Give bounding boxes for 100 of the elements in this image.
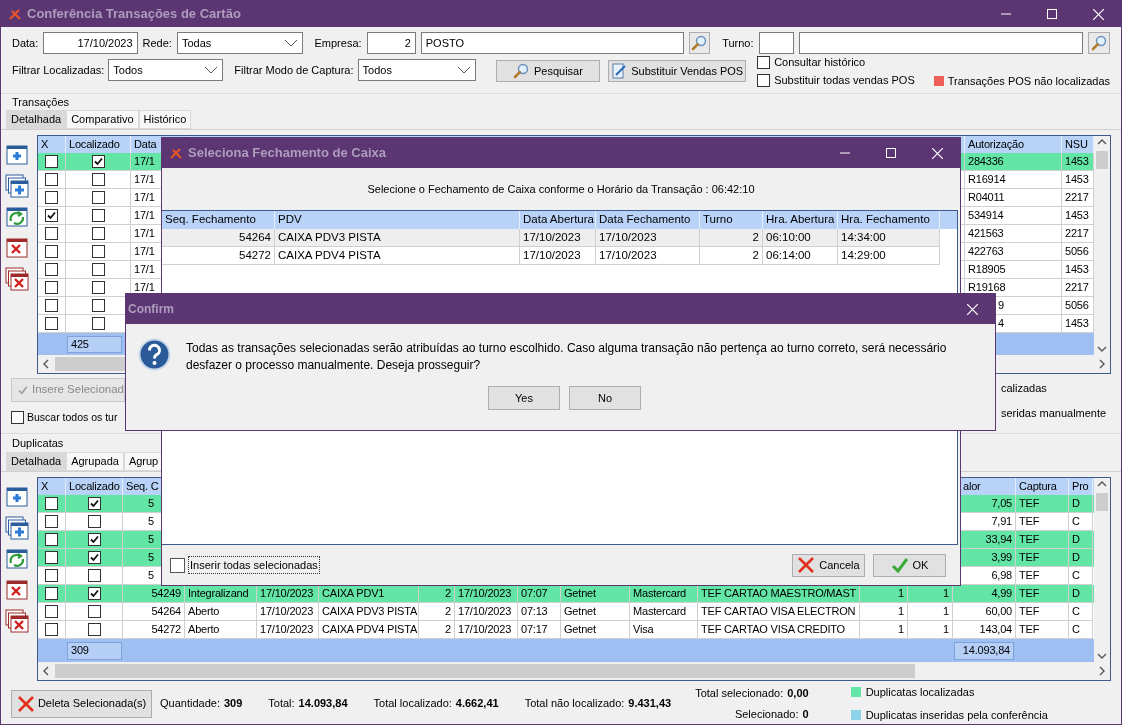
chevron-left-icon[interactable] bbox=[42, 666, 49, 676]
dropdown[interactable]: Todos bbox=[108, 59, 224, 81]
delete-window-icon[interactable] bbox=[5, 236, 29, 260]
company-code-field[interactable]: 2 bbox=[366, 32, 416, 54]
checkbox[interactable] bbox=[757, 74, 771, 87]
checkbox[interactable] bbox=[87, 515, 101, 528]
chevron-up-icon[interactable] bbox=[1097, 138, 1107, 145]
tab[interactable]: Comparativo bbox=[66, 110, 139, 129]
tab[interactable]: Detalhada bbox=[6, 110, 67, 129]
yes-button[interactable]: Yes bbox=[488, 386, 560, 410]
date-field[interactable]: 17/10/2023 bbox=[43, 32, 138, 54]
checkbox[interactable] bbox=[45, 209, 58, 222]
field-label: Filtrar Modo de Captura: bbox=[234, 62, 354, 78]
chevron-down-icon[interactable] bbox=[1097, 653, 1107, 660]
checkbox[interactable] bbox=[87, 497, 101, 510]
delete-windows-icon[interactable] bbox=[5, 267, 29, 291]
checkbox[interactable] bbox=[45, 155, 58, 168]
checkbox[interactable] bbox=[757, 56, 771, 69]
checkbox[interactable] bbox=[45, 623, 58, 636]
ok-button[interactable]: OK bbox=[873, 553, 946, 577]
checkbox[interactable] bbox=[45, 587, 58, 600]
field-label: Filtrar Localizadas: bbox=[12, 62, 105, 78]
company-name-field[interactable]: POSTO bbox=[420, 32, 684, 54]
checkbox[interactable] bbox=[45, 191, 58, 204]
checkbox[interactable] bbox=[45, 515, 58, 528]
scroll-thumb[interactable] bbox=[1096, 493, 1108, 511]
tab[interactable]: Histórico bbox=[138, 110, 192, 129]
checkbox[interactable] bbox=[45, 605, 58, 618]
count-cell-text: 425 bbox=[71, 336, 89, 352]
total-label: Selecionado: bbox=[734, 707, 799, 722]
maximize-icon bbox=[1047, 9, 1057, 19]
checkbox[interactable] bbox=[170, 557, 185, 573]
checkbox[interactable] bbox=[45, 551, 58, 564]
checkbox[interactable] bbox=[11, 411, 24, 425]
scrollbar[interactable] bbox=[38, 662, 1110, 680]
search-button[interactable] bbox=[1088, 32, 1110, 54]
add-window-icon[interactable] bbox=[5, 485, 29, 509]
dropdown[interactable]: Todos bbox=[357, 59, 476, 81]
no-button[interactable]: No bbox=[569, 386, 641, 410]
checkbox[interactable] bbox=[45, 245, 58, 258]
add-windows-icon[interactable] bbox=[5, 174, 29, 198]
delete-window-icon[interactable] bbox=[5, 578, 29, 602]
checkbox[interactable] bbox=[45, 497, 58, 510]
checkbox[interactable] bbox=[45, 317, 58, 330]
checkbox[interactable] bbox=[91, 191, 105, 204]
checkbox-label: Inserir todas selecionadas bbox=[188, 555, 320, 575]
legend-label: Transações POS não localizadas bbox=[947, 74, 1110, 89]
checkbox[interactable] bbox=[45, 227, 58, 240]
chevron-down-icon[interactable] bbox=[1097, 346, 1107, 353]
checkbox[interactable] bbox=[87, 551, 101, 564]
checkbox[interactable] bbox=[87, 569, 101, 582]
scroll-thumb[interactable] bbox=[1096, 151, 1108, 169]
chevron-up-icon[interactable] bbox=[1097, 480, 1107, 487]
chevron-right-icon[interactable] bbox=[1099, 666, 1106, 676]
table-row[interactable]: 54272 CAIXA PDV4 PISTA 17/10/2023 17/10/2023 2 06:14:00 14:29:00 bbox=[162, 247, 940, 265]
shift-name-field[interactable] bbox=[799, 32, 1084, 54]
dropdown[interactable]: Todas bbox=[176, 32, 303, 54]
checkbox-label: Consultar histórico bbox=[774, 55, 866, 71]
scroll-thumb[interactable] bbox=[55, 664, 915, 678]
checkbox[interactable] bbox=[91, 317, 105, 330]
chevron-right-icon[interactable] bbox=[1099, 359, 1106, 369]
tab[interactable]: Agrupada bbox=[66, 452, 124, 471]
checkbox[interactable] bbox=[91, 227, 105, 240]
search-button[interactable] bbox=[688, 32, 711, 54]
checkbox[interactable] bbox=[87, 623, 101, 636]
shift-code-field[interactable] bbox=[758, 32, 794, 54]
tab[interactable]: Detalhada bbox=[6, 452, 67, 471]
legend-label: Duplicatas inseridas pela conferência bbox=[865, 707, 1048, 723]
checkbox[interactable] bbox=[91, 299, 105, 312]
checkbox[interactable] bbox=[87, 533, 101, 546]
table-row[interactable]: 54264 CAIXA PDV3 PISTA 17/10/2023 17/10/2023 2 06:10:00 14:34:00 bbox=[162, 229, 940, 247]
checkbox[interactable] bbox=[45, 533, 58, 546]
checkbox[interactable] bbox=[87, 587, 101, 600]
delete-windows-icon[interactable] bbox=[5, 609, 29, 633]
search-button[interactable]: Pesquisar bbox=[495, 60, 601, 82]
checkbox[interactable] bbox=[45, 173, 58, 186]
scrollbar[interactable] bbox=[1094, 478, 1110, 662]
replace-sales-button[interactable]: Substituir Vendas POS bbox=[608, 60, 747, 82]
checkbox[interactable] bbox=[45, 263, 58, 276]
checkbox[interactable] bbox=[91, 281, 105, 294]
checkbox[interactable] bbox=[91, 209, 105, 222]
checkbox[interactable] bbox=[91, 245, 105, 258]
checkbox[interactable] bbox=[91, 173, 105, 186]
checkbox[interactable] bbox=[87, 605, 101, 618]
dialog-title: Confirm bbox=[127, 301, 174, 318]
checkbox[interactable] bbox=[91, 155, 105, 168]
scroll-thumb[interactable] bbox=[55, 357, 125, 371]
add-windows-icon[interactable] bbox=[5, 516, 29, 540]
chevron-left-icon[interactable] bbox=[42, 359, 49, 369]
delete-selected-button[interactable]: Deleta Selecionada(s) bbox=[11, 689, 152, 718]
scrollbar[interactable] bbox=[1094, 136, 1110, 355]
refresh-window-icon[interactable] bbox=[5, 547, 29, 571]
checkbox[interactable] bbox=[45, 569, 58, 582]
checkbox[interactable] bbox=[91, 263, 105, 276]
refresh-window-icon[interactable] bbox=[5, 205, 29, 229]
total-value: 0,00 bbox=[787, 685, 809, 701]
cancel-button[interactable]: Cancela bbox=[792, 553, 865, 577]
checkbox[interactable] bbox=[45, 281, 58, 294]
checkbox[interactable] bbox=[45, 299, 58, 312]
add-window-icon[interactable] bbox=[5, 143, 29, 167]
